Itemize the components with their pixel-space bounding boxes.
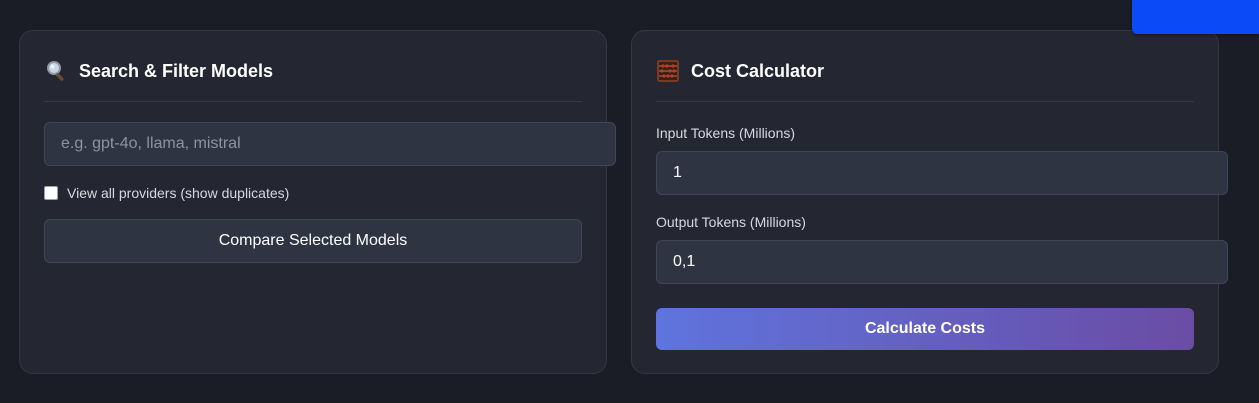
search-panel-divider xyxy=(44,101,582,102)
input-tokens-field[interactable]: 1 xyxy=(656,151,1228,195)
view-all-providers-checkbox[interactable] xyxy=(44,186,58,200)
view-all-providers-label[interactable]: View all providers (show duplicates) xyxy=(67,185,289,201)
abacus-icon xyxy=(656,59,680,83)
output-tokens-label: Output Tokens (Millions) xyxy=(656,214,806,230)
model-search-input[interactable] xyxy=(44,122,616,166)
cost-calculator-panel: Cost Calculator Input Tokens (Millions) … xyxy=(631,30,1228,374)
input-tokens-label: Input Tokens (Millions) xyxy=(656,125,796,141)
output-tokens-field[interactable]: 0,1 xyxy=(656,240,1228,284)
search-filter-panel: Search & Filter Models View all provider… xyxy=(19,30,616,374)
calculate-costs-button[interactable]: Calculate Costs xyxy=(656,308,1194,350)
compare-selected-models-button[interactable]: Compare Selected Models xyxy=(44,219,582,263)
calculator-panel-divider xyxy=(656,101,1194,102)
top-right-tab[interactable] xyxy=(1132,0,1259,34)
calculator-panel-header: Cost Calculator xyxy=(656,57,824,85)
magnifying-glass-icon xyxy=(44,59,68,83)
search-panel-header: Search & Filter Models xyxy=(44,57,273,85)
search-panel-title: Search & Filter Models xyxy=(79,60,274,81)
view-all-providers-option[interactable]: View all providers (show duplicates) xyxy=(44,184,289,202)
calculator-panel-title: Cost Calculator xyxy=(691,60,825,81)
